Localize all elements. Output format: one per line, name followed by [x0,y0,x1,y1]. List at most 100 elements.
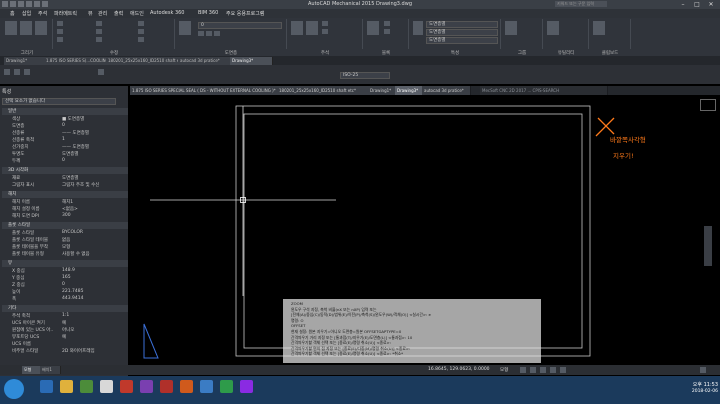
taskbar-chrome-icon[interactable] [100,380,113,393]
property-value[interactable]: 그림자 주조 및 수신 [62,182,99,188]
property-value[interactable]: 148.9 [62,268,75,273]
tab-insert[interactable]: 삽입 [22,10,31,17]
property-row[interactable]: 플롯 스타일 테이블 없음 [0,237,127,244]
tab-output[interactable]: 출력 [114,10,123,17]
move-icon[interactable] [57,21,63,26]
property-row[interactable]: 선종류 축척 1 [0,137,127,144]
table-icon[interactable] [322,29,328,34]
property-row[interactable]: Z 중심 0 [0,282,127,289]
property-value[interactable]: 없음 [62,237,70,243]
properties-section-header[interactable]: 해치 [2,191,128,198]
tab-addins[interactable]: 애드인 [130,10,144,17]
property-value[interactable]: —— 도면층별 [62,144,89,150]
layer-freeze-icon[interactable] [206,31,212,36]
property-row[interactable]: 두께 0 [0,158,127,165]
toolbar-icon-1[interactable] [4,69,10,75]
properties-section-header[interactable]: 기타 [2,305,128,312]
property-row[interactable]: 높이 221.7485 [0,289,127,296]
search-input[interactable]: 키워드 또는 구문 입력 [555,1,607,7]
file-tab-drawing3[interactable]: Drawing3* [230,57,273,65]
property-value[interactable]: 0 [62,158,65,163]
match-properties-icon[interactable] [413,21,423,35]
dim-style-combo[interactable]: ISO-25 [340,72,390,79]
measure-icon[interactable] [547,21,559,35]
lineweight-combo[interactable]: 도면층별 [426,37,498,44]
clock-time[interactable]: 오후 11:53 [688,381,718,388]
group-icon[interactable] [505,21,517,35]
property-row[interactable]: 재료 도면층별 [0,175,127,182]
copy-icon[interactable] [57,29,63,34]
layer-isolate-icon[interactable] [198,31,204,36]
property-value[interactable]: 2D 와이어프레임 [62,348,95,354]
color-combo[interactable]: 도면층별 [426,21,498,28]
property-value[interactable]: <없음> [62,206,78,212]
tab-autodesk360[interactable]: Autodesk 360 [150,10,185,16]
line-tool-icon[interactable] [5,21,17,35]
property-row[interactable]: 원점에 있는 UCS 아.. 아니오 [0,327,127,334]
selection-combo[interactable]: 선택 요소가 없습니다 [2,98,116,105]
leader-icon[interactable] [322,21,328,26]
tab-parametric[interactable]: 파라메트릭 [54,10,77,17]
properties-section-header[interactable]: 일반 [2,108,128,115]
property-value[interactable]: 예 [62,334,66,340]
property-row[interactable]: 플롯 테이블 유형 사용할 수 없음 [0,251,127,258]
osnap-icon[interactable] [560,367,566,373]
property-row[interactable]: 플롯 테이블을 부착 모형 [0,244,127,251]
space-mode[interactable]: 모형 [500,367,508,373]
tab-view[interactable]: 뷰 [88,10,93,17]
property-row[interactable]: 선가중치 —— 도면층별 [0,144,127,151]
property-value[interactable]: ■ 도면층별 [62,116,84,122]
mirror-icon[interactable] [96,29,102,34]
model-tab[interactable]: 모형 [22,366,41,374]
toolbar-icon-3[interactable] [24,69,30,75]
property-row[interactable]: 해치 도면 DPI 300 [0,213,127,220]
property-row[interactable]: 폭 443.9414 [0,296,127,303]
property-row[interactable]: UCS 이름 [0,341,127,348]
fillet-icon[interactable] [138,29,144,34]
grid-icon[interactable] [520,367,526,373]
array-icon[interactable] [138,37,144,42]
property-row[interactable]: 도면층 0 [0,123,127,130]
property-row[interactable]: 그림자 표시 그림자 주조 및 수신 [0,182,127,189]
property-value[interactable]: 도면층별 [62,151,79,157]
property-row[interactable]: 뷰포트당 UCS 예 [0,334,127,341]
tab-annotate[interactable]: 주석 [38,10,47,17]
file-tab-shaft[interactable]: 180201_25x25x160_ID2510 shaft etc* [106,57,179,65]
property-value[interactable]: 모형 [62,244,70,250]
taskbar-app-icon-1[interactable] [140,380,153,393]
layer-combo[interactable]: 0 [198,22,282,29]
doc-tab-3d-practice[interactable]: autocad 3d pratice* [422,86,471,95]
start-button[interactable] [4,379,24,399]
property-row[interactable]: X 중심 148.9 [0,268,127,275]
doc-tab-drawing3[interactable]: Drawing3* [395,86,424,95]
dimension-tool-icon[interactable] [306,21,318,35]
scale-icon[interactable] [96,37,102,42]
property-row[interactable]: 선종류 —— 도면층별 [0,130,127,137]
properties-section-header[interactable]: 뷰 [2,260,128,267]
toolbar-icon-4[interactable] [98,69,104,75]
close-button[interactable]: ✕ [704,0,718,9]
property-value[interactable]: 1 [62,137,65,142]
tab-manage[interactable]: 관리 [98,10,107,17]
stretch-icon[interactable] [57,37,63,42]
property-row[interactable]: UCS 아이콘 켜기 예 [0,320,127,327]
maximize-button[interactable]: □ [690,0,704,9]
property-value[interactable]: 165 [62,275,71,280]
insert-block-icon[interactable] [367,21,379,35]
viewcube-icon[interactable] [700,99,716,111]
properties-section-header[interactable]: 3D 시각화 [2,167,128,174]
property-value[interactable]: 아니오 [62,327,74,333]
property-row[interactable]: 주석 축척 1:1 [0,313,127,320]
layer-lock-icon[interactable] [214,31,220,36]
taskbar-media-icon[interactable] [80,380,93,393]
taskbar-explorer-icon[interactable] [60,380,73,393]
property-value[interactable]: —— 도면층별 [62,130,89,136]
trim-icon[interactable] [138,21,144,26]
tab-bim360[interactable]: BIM 360 [198,10,218,16]
property-value[interactable]: 300 [62,213,71,218]
create-block-icon[interactable] [384,21,390,26]
property-value[interactable]: 해치1 [62,199,73,205]
tab-home[interactable]: 홈 [10,10,15,17]
property-value[interactable]: 예 [62,320,66,326]
text-tool-icon[interactable] [291,21,303,35]
